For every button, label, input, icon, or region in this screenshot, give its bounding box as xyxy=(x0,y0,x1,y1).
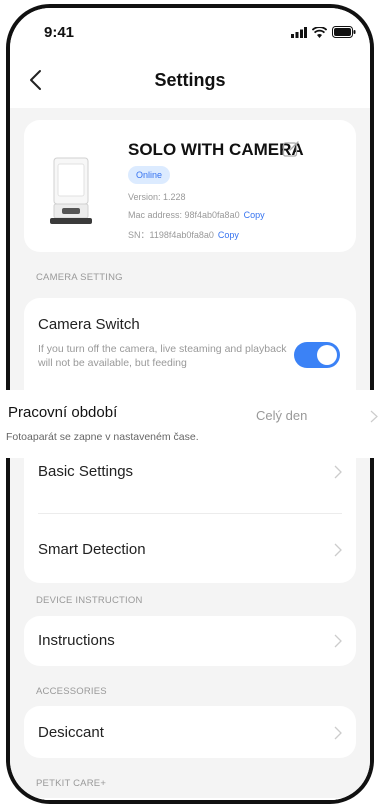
accessories-section-label: ACCESSORIES xyxy=(36,686,107,697)
device-name: SOLO WITH CAMERA xyxy=(128,140,304,159)
settings-card: Basic Settings Smart Detection xyxy=(24,443,356,583)
instructions-card[interactable]: Instructions xyxy=(24,616,356,666)
desiccant-label: Desiccant xyxy=(38,724,104,741)
camera-setting-section-label: CAMERA SETTING xyxy=(36,272,123,283)
mac-address: Mac address: 98f4ab0fa8a0 xyxy=(128,210,240,220)
status-bar: 9:41 xyxy=(10,8,370,52)
desiccant-card[interactable]: Desiccant xyxy=(24,706,356,758)
instructions-label: Instructions xyxy=(38,632,115,649)
working-period-value[interactable]: Celý den xyxy=(256,408,307,423)
toggle-knob xyxy=(317,345,337,365)
chevron-right-icon xyxy=(334,634,342,648)
camera-switch-description: If you turn off the camera, live steamin… xyxy=(38,343,287,369)
smart-detection-label[interactable]: Smart Detection xyxy=(38,541,146,558)
chevron-right-icon xyxy=(334,726,342,740)
chevron-right-icon xyxy=(334,465,342,479)
feeder-image xyxy=(50,157,92,224)
chevron-right-icon xyxy=(370,410,378,423)
wifi-icon xyxy=(312,26,327,38)
firmware-version: Version: 1.228 xyxy=(128,192,186,202)
camera-switch-toggle[interactable] xyxy=(294,342,340,368)
mac-address-line: Mac address: 98f4ab0fa8a0 Copy xyxy=(128,210,265,220)
signal-icon xyxy=(291,26,307,38)
device-instruction-section-label: DEVICE INSTRUCTION xyxy=(36,595,143,606)
divider xyxy=(38,513,342,514)
copy-mac-button[interactable]: Copy xyxy=(244,210,265,220)
navigation-bar: Settings xyxy=(10,52,370,108)
petkit-care-card[interactable] xyxy=(24,798,356,800)
chevron-right-icon xyxy=(334,543,342,557)
working-period-title: Pracovní období xyxy=(8,404,118,421)
serial-number-line: SN：1198f4ab0fa8a0 Copy xyxy=(128,228,239,241)
basic-settings-label[interactable]: Basic Settings xyxy=(38,463,133,480)
status-badge: Online xyxy=(128,166,171,184)
petkit-care-section-label: PETKIT CARE+ xyxy=(36,778,107,789)
device-card: SOLO WITH CAMERA Online Version: 1.228 M… xyxy=(24,120,356,252)
copy-sn-button[interactable]: Copy xyxy=(218,230,239,240)
status-icons xyxy=(291,26,356,38)
camera-switch-title: Camera Switch xyxy=(38,316,140,333)
page-title: Settings xyxy=(154,70,226,90)
working-period-row[interactable]: Pracovní období Fotoaparát se zapne v na… xyxy=(0,390,382,458)
battery-icon xyxy=(332,26,356,38)
edit-icon[interactable] xyxy=(282,140,300,158)
working-period-description: Fotoaparát se zapne v nastaveném čase. xyxy=(6,431,199,443)
serial-number: SN：1198f4ab0fa8a0 xyxy=(128,230,214,240)
status-time: 9:41 xyxy=(44,24,75,41)
